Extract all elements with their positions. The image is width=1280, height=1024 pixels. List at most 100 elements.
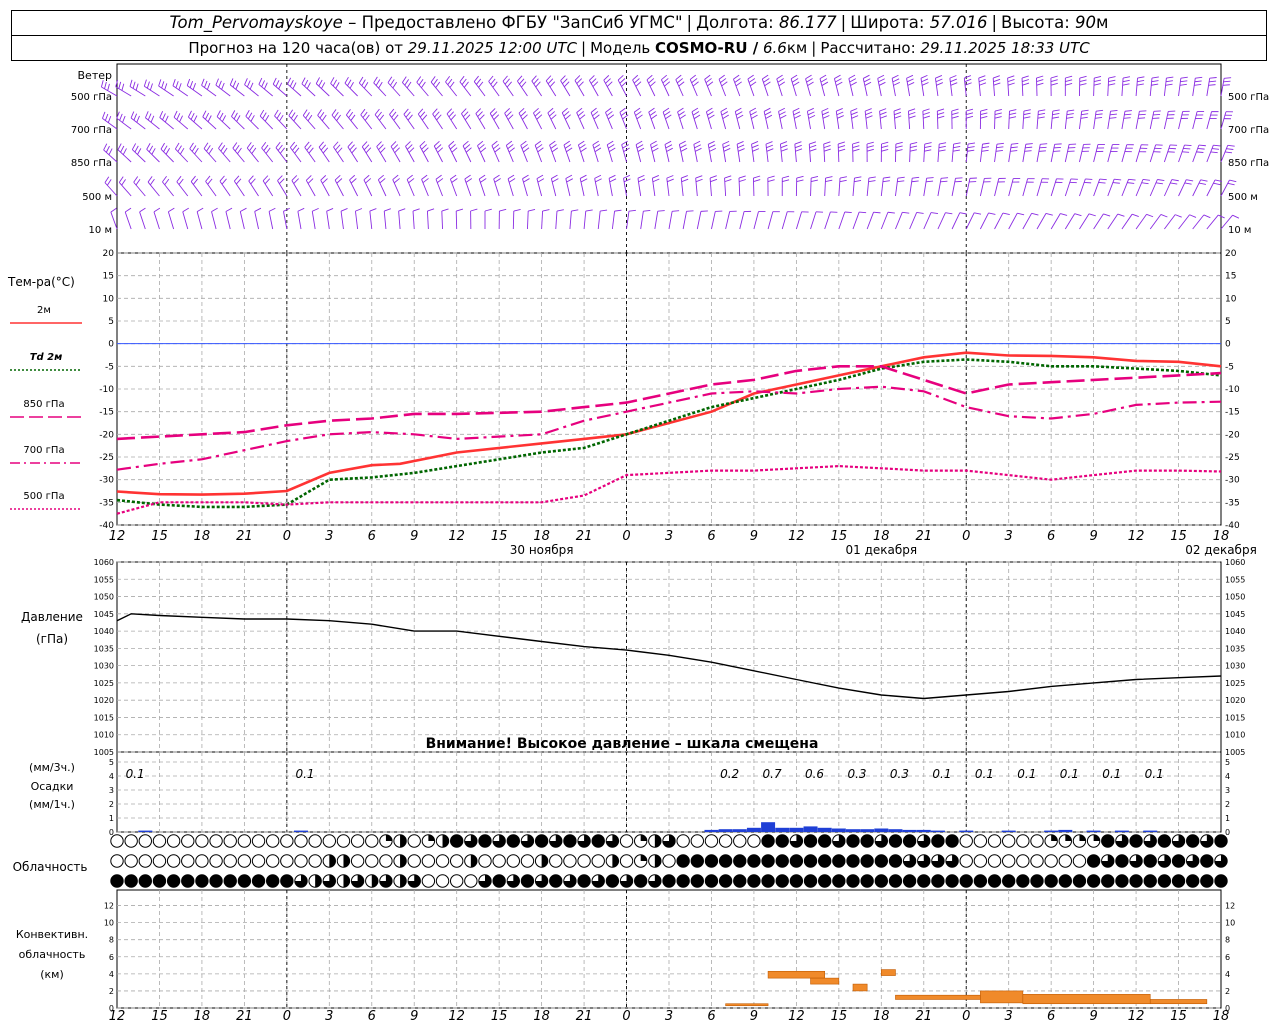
wind-barb-flag [322, 147, 329, 154]
wind-barb-shaft [1008, 212, 1018, 230]
wind-barb-flag [168, 207, 175, 213]
wind-barb-flag [724, 175, 732, 179]
conv-tick-right: 4 [1225, 970, 1230, 979]
wind-level-label: 10 м [89, 225, 112, 236]
wind-barb-flag [980, 108, 988, 112]
wind-barb-flag [358, 76, 364, 84]
cloud-symbol [973, 874, 988, 888]
wind-barb-flag [508, 178, 516, 183]
cloud-symbol [945, 874, 959, 888]
wind-barb-flag [320, 175, 327, 181]
wind-barb-shaft [739, 211, 745, 230]
wind-barb-flag [678, 111, 685, 116]
wind-barb-flag [722, 114, 730, 119]
wind-barb-shaft [668, 211, 673, 230]
wind-barb-flag [909, 149, 917, 152]
wind-barb-flag [1124, 110, 1132, 112]
wind-barb-flag [390, 141, 397, 147]
wind-barb-flag [194, 147, 199, 155]
wind-barb-flag [148, 145, 154, 153]
wind-barb-flag [748, 78, 756, 83]
wind-barb-flag [232, 142, 238, 149]
wind-barb-shaft [994, 178, 1000, 197]
wind-barb-shaft [412, 211, 415, 230]
wind-barb-flag [551, 174, 558, 179]
wind-barb-flag [204, 80, 208, 88]
wind-barb-flag [868, 176, 876, 179]
wind-barb-flag [506, 140, 513, 146]
wind-barb-flag [312, 207, 319, 212]
wind-barb-flag [1066, 116, 1074, 119]
wind-barb-flag [708, 114, 715, 120]
wind-barb-flag [533, 107, 539, 114]
wind-barb-shaft [724, 178, 727, 197]
wind-barb-shaft [541, 211, 544, 230]
conv-tick-right: 2 [1225, 987, 1230, 996]
wind-barb-flag [192, 83, 196, 90]
wind-barb-flag [878, 81, 886, 86]
wind-barb-flag [617, 74, 624, 81]
wind-barb-flag [651, 144, 658, 149]
wind-barb-shaft [218, 148, 231, 163]
wind-barb-flag [104, 176, 110, 183]
cloud-symbol [1214, 874, 1228, 888]
wind-barb-shaft [979, 212, 989, 230]
wind-barb-shaft [402, 82, 415, 97]
wind-barb-flag [593, 144, 601, 149]
wind-barb-flag [179, 115, 183, 123]
precip-bar [1044, 830, 1059, 832]
cloud-symbol [110, 874, 124, 888]
wind-barb-flag [132, 81, 136, 89]
wind-barb-flag [147, 176, 153, 183]
wind-barb-flag [519, 78, 525, 85]
wind-barb-flag [379, 114, 385, 121]
wind-barb-flag [1108, 83, 1116, 86]
wind-barb-shaft [1192, 111, 1198, 130]
pres-tick-right: 1030 [1225, 662, 1245, 671]
wind-barb-flag [1108, 76, 1116, 79]
wind-barb-shaft [189, 148, 203, 163]
wind-barb-flag [435, 174, 442, 180]
wind-barb-flag [288, 109, 294, 116]
wind-barb-flag [648, 107, 655, 113]
wind-barb-flag [980, 116, 988, 119]
wind-barb-flag [518, 108, 525, 114]
wind-barb-flag [1127, 182, 1135, 184]
pres-tick-right: 1025 [1225, 679, 1245, 688]
wind-barb-flag [293, 114, 298, 122]
wind-barb-flag [158, 79, 162, 87]
wind-barb-flag [520, 140, 527, 146]
wind-barb-flag [807, 107, 814, 112]
wind-barb-flag [1194, 84, 1202, 86]
wind-barb-shaft [965, 212, 975, 230]
wind-barb-flag [935, 78, 943, 83]
wind-barb-flag [864, 108, 872, 112]
wind-barb-flag [1165, 83, 1173, 86]
precip-tick-right: 4 [1225, 772, 1230, 781]
conv-segment [895, 994, 981, 1000]
wind-barb-flag [351, 147, 357, 154]
wind-barb-flag [766, 144, 774, 149]
wind-barb-shaft [923, 212, 932, 230]
precip-tick-left: 2 [109, 800, 114, 809]
wind-barb-flag [736, 140, 744, 145]
cloud-symbol [718, 834, 733, 848]
wind-barb-flag [1194, 80, 1202, 83]
wind-barb-flag [595, 178, 602, 183]
wind-barb-flag [966, 115, 974, 119]
wind-barb-flag [164, 115, 169, 123]
wind-barb-shaft [752, 177, 755, 197]
wind-barb-flag [603, 75, 610, 81]
wind-barb-flag [851, 115, 859, 119]
cloud-symbol-fill [640, 834, 647, 841]
temp-tick-right: -10 [1225, 385, 1240, 395]
wind-barb-flag [222, 147, 228, 155]
wind-barb-flag [1022, 79, 1030, 83]
wind-barb-shaft [248, 180, 259, 197]
wind-barb-flag [305, 175, 312, 181]
wind-barb-flag [232, 80, 237, 88]
wind-barb-flag [378, 144, 384, 150]
wind-barb-flag [1080, 116, 1088, 119]
wind-barb-flag [348, 111, 354, 119]
cloud-title: Облачность [13, 860, 88, 874]
